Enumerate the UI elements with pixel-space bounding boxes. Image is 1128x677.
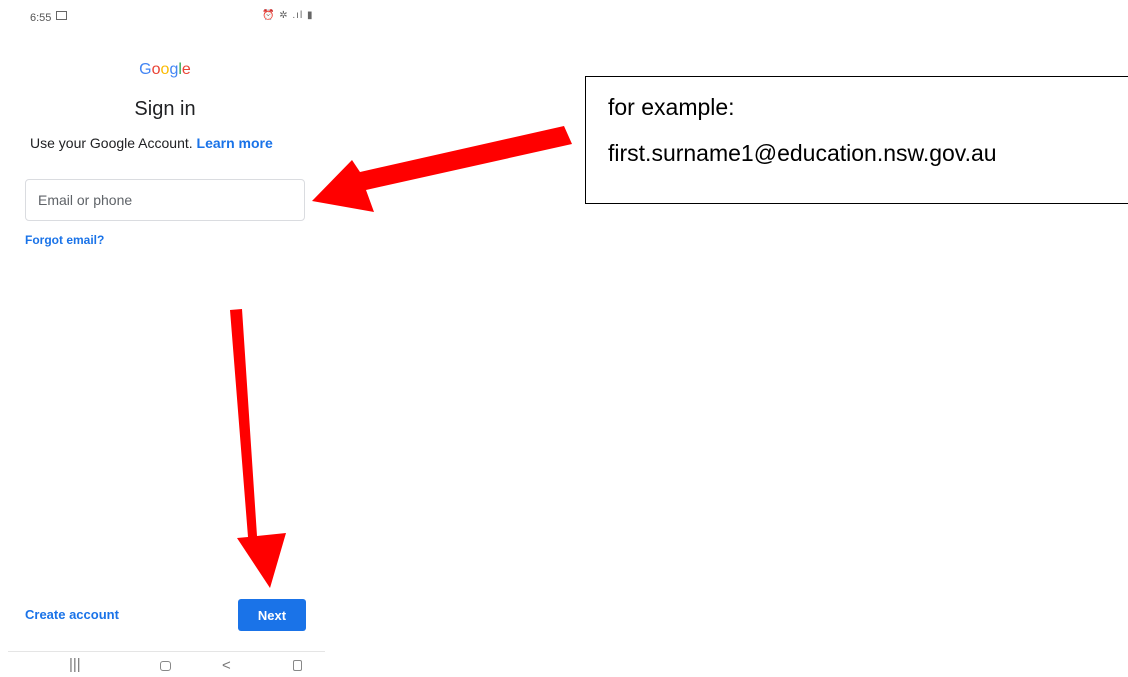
overview-icon[interactable] bbox=[293, 660, 302, 671]
subtitle: Use your Google Account. Learn more bbox=[30, 135, 273, 151]
email-input[interactable] bbox=[25, 179, 305, 221]
example-label: for example: bbox=[608, 94, 735, 120]
logo-letter: o bbox=[151, 61, 161, 78]
phone-screen: 6:55 ⏰ ✲ .ıl ▮ Google Sign in Use your G… bbox=[0, 0, 325, 677]
status-icons: ⏰ ✲ .ıl ▮ bbox=[262, 10, 313, 21]
next-button[interactable]: Next bbox=[238, 599, 306, 631]
learn-more-link[interactable]: Learn more bbox=[197, 135, 273, 151]
battery-icon: ▮ bbox=[306, 10, 314, 21]
logo-letter: g bbox=[169, 61, 179, 78]
page-title: Sign in bbox=[134, 98, 196, 120]
forgot-email-link[interactable]: Forgot email? bbox=[25, 233, 104, 247]
example-callout: for example: first.surname1@education.ns… bbox=[585, 76, 1128, 204]
back-icon[interactable]: < bbox=[222, 657, 231, 674]
recents-icon[interactable]: ||| bbox=[69, 656, 81, 673]
nav-divider bbox=[8, 651, 325, 652]
alarm-icon: ⏰ bbox=[262, 10, 276, 21]
home-icon[interactable] bbox=[160, 661, 171, 671]
arrow-to-email-input bbox=[312, 126, 572, 212]
example-email: first.surname1@education.nsw.gov.au bbox=[608, 140, 997, 166]
wifi-icon: ✲ bbox=[279, 10, 289, 21]
status-time: 6:55 bbox=[30, 12, 52, 24]
create-account-link[interactable]: Create account bbox=[25, 607, 119, 622]
google-logo: Google bbox=[0, 61, 330, 79]
subtitle-text: Use your Google Account. bbox=[30, 135, 193, 151]
logo-letter: G bbox=[139, 61, 152, 78]
logo-letter: e bbox=[181, 61, 191, 78]
signal-icon: .ıl bbox=[292, 10, 304, 21]
image-icon bbox=[56, 11, 67, 20]
